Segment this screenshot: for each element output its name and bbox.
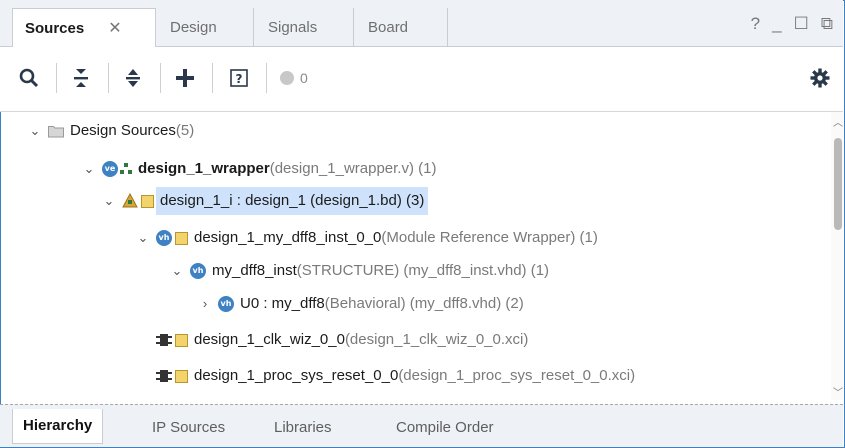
vertical-scrollbar[interactable]: ︿ ﹀ (831, 112, 843, 400)
tree-item-detail: (design_1_proc_sys_reset_0_0.xci) (398, 367, 636, 384)
tree-item-clk-wiz[interactable]: design_1_clk_wiz_0_0 (design_1_clk_wiz_0… (156, 326, 528, 354)
ip-core-icon (156, 332, 188, 348)
search-icon[interactable] (16, 65, 42, 91)
tree-item-detail: (STRUCTURE) (my_dff8_inst.vhd) (1) (296, 262, 550, 279)
scrollbar-thumb[interactable] (834, 138, 842, 230)
add-icon[interactable] (172, 65, 198, 91)
toolbar-divider (212, 63, 213, 93)
chevron-down-icon[interactable]: ⌄ (28, 117, 42, 145)
tab-bar: Sources ✕ Design Signals Board ? _ ☐ ⧉ (0, 0, 843, 47)
expand-all-icon[interactable] (120, 65, 146, 91)
collapse-all-icon[interactable] (68, 65, 94, 91)
tab-label: Board (368, 19, 409, 36)
top-module-icon (120, 163, 132, 175)
tab-label: Signals (268, 19, 318, 36)
tab-signals[interactable]: Signals (256, 8, 354, 46)
tree-item-label: design_1_my_dff8_inst_0_0 (194, 229, 382, 246)
toolbar-divider (266, 63, 267, 93)
tree-item-my-dff8-inst-0-0[interactable]: ⌄ vh design_1_my_dff8_inst_0_0 (Module R… (136, 224, 598, 252)
status-dot-icon (280, 71, 294, 85)
toolbar: ? 0 (0, 47, 843, 112)
status-indicator[interactable]: 0 (280, 65, 330, 91)
tree-item-label: Design Sources (70, 122, 176, 139)
help-doc-icon[interactable]: ? (226, 65, 252, 91)
tree-item-detail: (Behavioral) (my_dff8.vhd) (2) (324, 295, 524, 312)
tree-item-label: design_1_clk_wiz_0_0 (194, 331, 345, 348)
tab-libraries[interactable]: Libraries (264, 411, 342, 445)
tab-label: Sources (25, 20, 85, 37)
vhdl-file-icon: vh (156, 230, 188, 246)
tree-item-label: my_dff8_inst (212, 262, 297, 279)
vhdl-file-icon: vh (218, 296, 234, 312)
tree-item-proc-sys-reset[interactable]: design_1_proc_sys_reset_0_0 (design_1_pr… (156, 362, 635, 390)
tree-item-label: design_1_wrapper (138, 160, 270, 177)
bottom-tab-bar: Hierarchy IP Sources Libraries Compile O… (0, 404, 843, 447)
tree-item-design-1-i[interactable]: ⌄ design_1_i : design_1 (design_1.bd) (3… (102, 187, 429, 215)
tree-item-detail: (design_1_wrapper.v) (1) (269, 160, 437, 177)
tab-ip-sources[interactable]: IP Sources (142, 411, 235, 445)
chevron-right-icon[interactable]: › (198, 290, 212, 318)
tab-board[interactable]: Board (356, 8, 448, 46)
close-icon[interactable]: ✕ (108, 20, 121, 37)
gear-icon[interactable] (808, 65, 832, 91)
tab-hierarchy[interactable]: Hierarchy (12, 409, 104, 444)
window-controls: ? _ ☐ ⧉ (751, 14, 833, 34)
tab-compile-order[interactable]: Compile Order (386, 411, 504, 445)
tree-item-my-dff8-inst[interactable]: ⌄ vh my_dff8_inst (STRUCTURE) (my_dff8_in… (170, 257, 549, 285)
tab-label: Design (170, 19, 217, 36)
tab-sources[interactable]: Sources ✕ (12, 8, 156, 47)
tree-item-label: design_1_i : design_1 (design_1.bd) (3) (156, 187, 429, 215)
toolbar-divider (108, 63, 109, 93)
float-icon[interactable]: ⧉ (821, 14, 833, 34)
chevron-down-icon[interactable]: ⌄ (170, 257, 184, 285)
scroll-down-icon[interactable]: ﹀ (833, 384, 843, 399)
toolbar-divider (160, 63, 161, 93)
verilog-file-icon: ve (102, 161, 118, 177)
svg-text:?: ? (236, 72, 243, 86)
toolbar-divider (56, 63, 57, 93)
ip-core-icon (156, 368, 188, 384)
minimize-icon[interactable]: _ (772, 14, 781, 34)
restore-icon[interactable]: ☐ (794, 14, 809, 34)
help-icon[interactable]: ? (751, 14, 760, 34)
tree-item-label: U0 : my_dff8 (240, 295, 325, 312)
chevron-down-icon[interactable]: ⌄ (102, 187, 116, 215)
tree-item-label: design_1_proc_sys_reset_0_0 (194, 367, 399, 384)
tree-item-detail: (5) (175, 122, 195, 139)
scroll-up-icon[interactable]: ︿ (833, 114, 843, 129)
tree-item-u0-my-dff8[interactable]: › vh U0 : my_dff8 (Behavioral) (my_dff8.v… (198, 290, 524, 318)
block-design-icon (122, 193, 154, 209)
chevron-down-icon[interactable]: ⌄ (82, 155, 96, 183)
tree-item-detail: (design_1_clk_wiz_0_0.xci) (344, 331, 529, 348)
folder-icon (48, 125, 64, 138)
tree-item-design-1-wrapper[interactable]: ⌄ ve design_1_wrapper (design_1_wrapper.… (82, 155, 436, 183)
chevron-down-icon[interactable]: ⌄ (136, 224, 150, 252)
hierarchy-tree: ⌄ Design Sources (5) ⌄ ve design_1_wrapp… (0, 112, 829, 400)
tab-design[interactable]: Design (158, 8, 254, 46)
status-count: 0 (300, 70, 308, 86)
tree-item-detail: (Module Reference Wrapper) (1) (381, 229, 598, 246)
tree-item-design-sources[interactable]: ⌄ Design Sources (5) (28, 117, 195, 145)
vhdl-file-icon: vh (190, 263, 206, 279)
